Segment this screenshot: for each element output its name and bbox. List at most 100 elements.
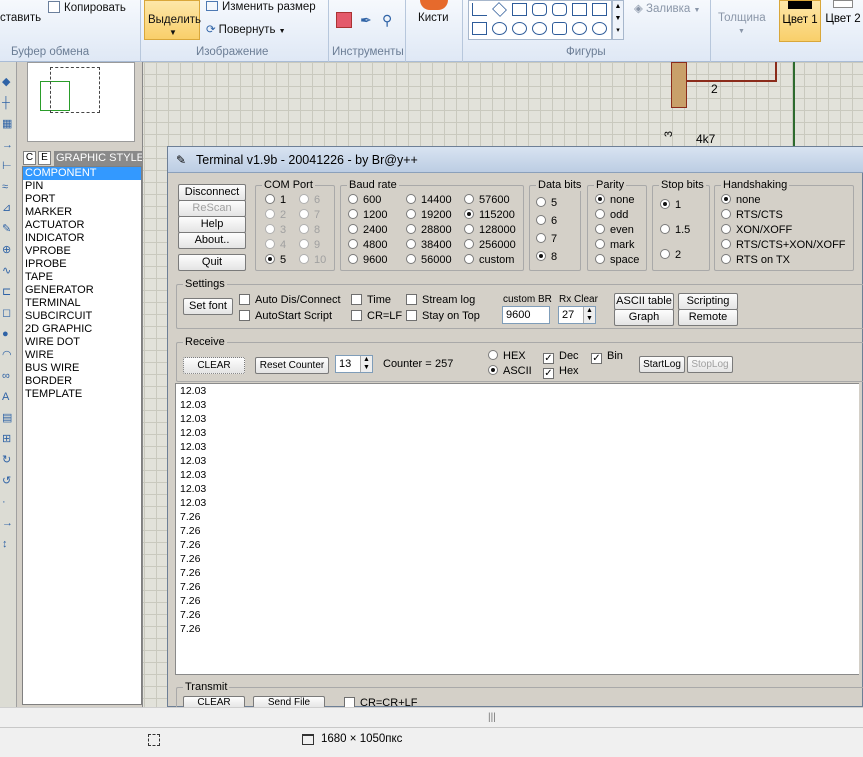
shapes-gallery[interactable] [468, 0, 612, 40]
stop-bits-2-radio[interactable]: 2 [660, 249, 681, 262]
arrow-left-shape-icon[interactable] [572, 3, 587, 16]
handshaking-1-radio[interactable]: RTS/CTS [721, 209, 783, 222]
color2-button[interactable]: Цвет 2 [825, 0, 861, 42]
remote-button[interactable]: Remote [678, 309, 738, 326]
list-item[interactable]: IPROBE [23, 258, 141, 271]
custom-br-input[interactable]: 9600 [502, 306, 550, 324]
baud-128000-radio[interactable]: 128000 [464, 224, 516, 237]
com-port-4-radio[interactable]: 4 [265, 239, 286, 252]
handshaking-2-radio[interactable]: XON/XOFF [721, 224, 792, 237]
ascii-radio[interactable]: ASCII [488, 365, 532, 378]
counter-spin-icon[interactable]: ▲ ▼ [360, 356, 372, 372]
terminal-titlebar[interactable]: ✎ Terminal v1.9b - 20041226 - by Br@y++ [168, 147, 863, 173]
color1-button[interactable]: Цвет 1 [779, 0, 821, 42]
list-item[interactable]: SUBCIRCUIT [23, 310, 141, 323]
select-button[interactable]: Выделить ▼ [144, 0, 201, 40]
baud-38400-radio[interactable]: 38400 [406, 239, 452, 252]
color-picker-icon[interactable]: ✒ [360, 12, 376, 28]
rotate-button[interactable]: ⟳ Повернуть ▼ [206, 22, 286, 36]
autostart-script-checkbox[interactable]: AutoStart Script [239, 310, 332, 323]
rescan-button[interactable]: ReScan [178, 200, 246, 217]
arrow-down-shape-icon[interactable] [472, 22, 487, 35]
stop-bits-1-5-radio[interactable]: 1.5 [660, 224, 690, 237]
tool-icons[interactable]: ◆ ┼ ▦ → ⊢ ≈ ⊿ ✎ ⊕ ∿ ⊏ ◻ ● ◠ ∞ A ▤ ⊞ ↻ ↺ · → ↕ [2, 72, 16, 555]
parity-mark-radio[interactable]: mark [595, 239, 634, 252]
brushes-button[interactable]: Кисти [418, 12, 449, 24]
data-bits-6-radio[interactable]: 6 [536, 215, 557, 228]
data-bits-8-radio[interactable]: 8 [536, 251, 557, 264]
com-port-6-radio[interactable]: 6 [299, 194, 320, 207]
list-item[interactable]: BUS WIRE [23, 362, 141, 375]
tab-e[interactable]: E [38, 151, 51, 165]
hex-checkbox[interactable]: ✓ Hex [543, 365, 579, 379]
disconnect-button[interactable]: Disconnect [178, 184, 246, 201]
scripting-button[interactable]: Scripting [678, 293, 738, 310]
list-item[interactable]: VPROBE [23, 245, 141, 258]
receive-clear-button[interactable]: CLEAR [183, 357, 245, 374]
pentagon-shape-icon[interactable] [512, 3, 527, 16]
com-port-3-radio[interactable]: 3 [265, 224, 286, 237]
graph-button[interactable]: Graph [614, 309, 674, 326]
list-item[interactable]: GENERATOR [23, 284, 141, 297]
parity-odd-radio[interactable]: odd [595, 209, 628, 222]
stop-log-button[interactable]: StopLog [687, 356, 733, 373]
parity-even-radio[interactable]: even [595, 224, 634, 237]
horizontal-scrollbar[interactable]: ||| [0, 707, 863, 727]
ascii-table-button[interactable]: ASCII table [614, 293, 674, 310]
hexagon-shape-icon[interactable] [532, 3, 547, 16]
rx-clear-spin-icon[interactable]: ▲ ▼ [583, 307, 595, 323]
resize-button[interactable]: Изменить размер [206, 1, 316, 13]
star4-shape-icon[interactable] [492, 22, 507, 35]
data-bits-7-radio[interactable]: 7 [536, 233, 557, 246]
stop-bits-1-radio[interactable]: 1 [660, 199, 681, 212]
receive-text-area[interactable]: 12.03 12.03 12.03 12.03 12.03 12.03 12.03 12.03… [175, 383, 859, 675]
baud-28800-radio[interactable]: 28800 [406, 224, 452, 237]
com-port-8-radio[interactable]: 8 [299, 224, 320, 237]
baud-14400-radio[interactable]: 14400 [406, 194, 452, 207]
help-button[interactable]: Help [178, 216, 246, 233]
list-item[interactable]: PIN [23, 180, 141, 193]
baud-56000-radio[interactable]: 56000 [406, 254, 452, 267]
auto-dis-connect-checkbox[interactable]: Auto Dis/Connect [239, 294, 341, 307]
hex-radio[interactable]: HEX [488, 350, 526, 363]
list-item[interactable]: WIRE [23, 349, 141, 362]
magnifier-icon[interactable]: ⚲ [382, 12, 398, 28]
callout-rect-shape-icon[interactable] [552, 22, 567, 35]
com-port-10-radio[interactable]: 10 [299, 254, 326, 267]
baud-1200-radio[interactable]: 1200 [348, 209, 387, 222]
star5-shape-icon[interactable] [512, 22, 527, 35]
copy-button[interactable]: Копировать [48, 1, 126, 14]
list-item[interactable]: BORDER [23, 375, 141, 388]
com-port-7-radio[interactable]: 7 [299, 209, 320, 222]
baud-115200-radio[interactable]: 115200 [464, 209, 515, 222]
quit-button[interactable]: Quit [178, 254, 246, 271]
start-log-button[interactable]: StartLog [639, 356, 685, 373]
bin-checkbox[interactable]: ✓ Bin [591, 350, 623, 364]
star6-shape-icon[interactable] [532, 22, 547, 35]
arrow-up-shape-icon[interactable] [592, 3, 607, 16]
fill-button[interactable]: ◈ Заливка ▼ [634, 1, 700, 15]
graphic-styles-list[interactable]: COMPONENT PIN PORT MARKER ACTUATOR INDICATOR V… [22, 166, 142, 705]
list-item[interactable]: TERMINAL [23, 297, 141, 310]
com-port-1-radio[interactable]: 1 [265, 194, 286, 207]
parity-none-radio[interactable]: none [595, 194, 634, 207]
list-item[interactable]: TEMPLATE [23, 388, 141, 401]
handshaking-0-radio[interactable]: none [721, 194, 760, 207]
paste-button[interactable]: ставить [0, 12, 41, 24]
list-item[interactable]: 2D GRAPHIC [23, 323, 141, 336]
com-port-5-radio[interactable]: 5 [265, 254, 286, 267]
time-checkbox[interactable]: Time [351, 294, 391, 307]
list-item[interactable]: WIRE DOT [23, 336, 141, 349]
baud-600-radio[interactable]: 600 [348, 194, 381, 207]
baud-57600-radio[interactable]: 57600 [464, 194, 510, 207]
stay-on-top-checkbox[interactable]: Stay on Top [406, 310, 480, 323]
list-item[interactable]: INDICATOR [23, 232, 141, 245]
list-item[interactable]: TAPE [23, 271, 141, 284]
com-port-2-radio[interactable]: 2 [265, 209, 286, 222]
list-item[interactable]: PORT [23, 193, 141, 206]
callout-cloud-shape-icon[interactable] [592, 22, 607, 35]
overview-preview[interactable] [27, 62, 135, 142]
parity-space-radio[interactable]: space [595, 254, 639, 267]
handshaking-3-radio[interactable]: RTS/CTS+XON/XOFF [721, 239, 846, 252]
baud-custom-radio[interactable]: custom [464, 254, 514, 267]
